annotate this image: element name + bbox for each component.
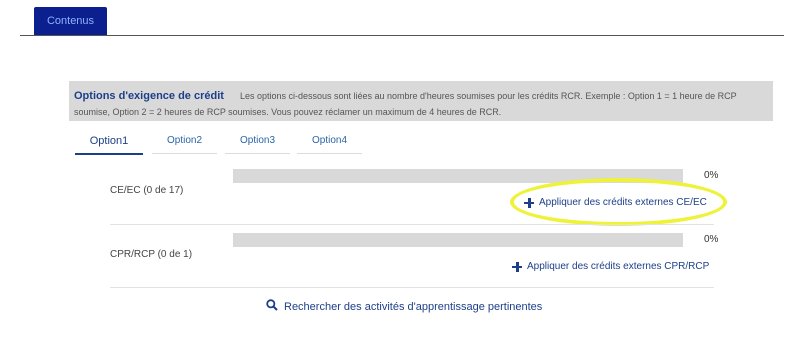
plus-icon — [524, 197, 534, 208]
credit-options-title: Options d'exigence de crédit — [74, 90, 224, 102]
credit-options-header: Options d'exigence de crédit Les options … — [69, 81, 773, 121]
row-divider — [110, 287, 714, 288]
cpr-rcp-percent: 0% — [704, 234, 719, 245]
tab-option3[interactable]: Option3 — [225, 131, 290, 154]
tab-option4[interactable]: Option4 — [297, 131, 362, 154]
cpr-rcp-label: CPR/RCP (0 de 1) — [110, 249, 193, 260]
apply-cpr-rcp-label: Appliquer des crédits externes CPR/RCP — [527, 261, 710, 272]
search-relevant-activities-link[interactable]: Rechercher des activités d'apprentissage… — [266, 299, 542, 314]
row-divider — [110, 224, 714, 225]
ce-ec-progress-bar — [233, 169, 683, 183]
ce-ec-label: CE/EC (0 de 17) — [110, 185, 184, 196]
apply-external-credits-ce-ec-link[interactable]: Appliquer des crédits externes CE/EC — [524, 197, 707, 208]
search-icon — [266, 299, 278, 314]
apply-ce-ec-label: Appliquer des crédits externes CE/EC — [539, 197, 707, 208]
search-relevant-activities-label: Rechercher des activités d'apprentissage… — [284, 300, 543, 313]
plus-icon — [512, 261, 522, 272]
tab-contenus[interactable]: Contenus — [34, 7, 107, 35]
ce-ec-percent: 0% — [704, 170, 719, 181]
tab-option1[interactable]: Option1 — [75, 131, 143, 155]
cpr-rcp-progress-bar — [233, 233, 683, 247]
tab-option2[interactable]: Option2 — [152, 131, 217, 154]
top-tab-bar: Contenus — [20, 0, 784, 36]
apply-external-credits-cpr-rcp-link[interactable]: Appliquer des crédits externes CPR/RCP — [512, 261, 709, 272]
